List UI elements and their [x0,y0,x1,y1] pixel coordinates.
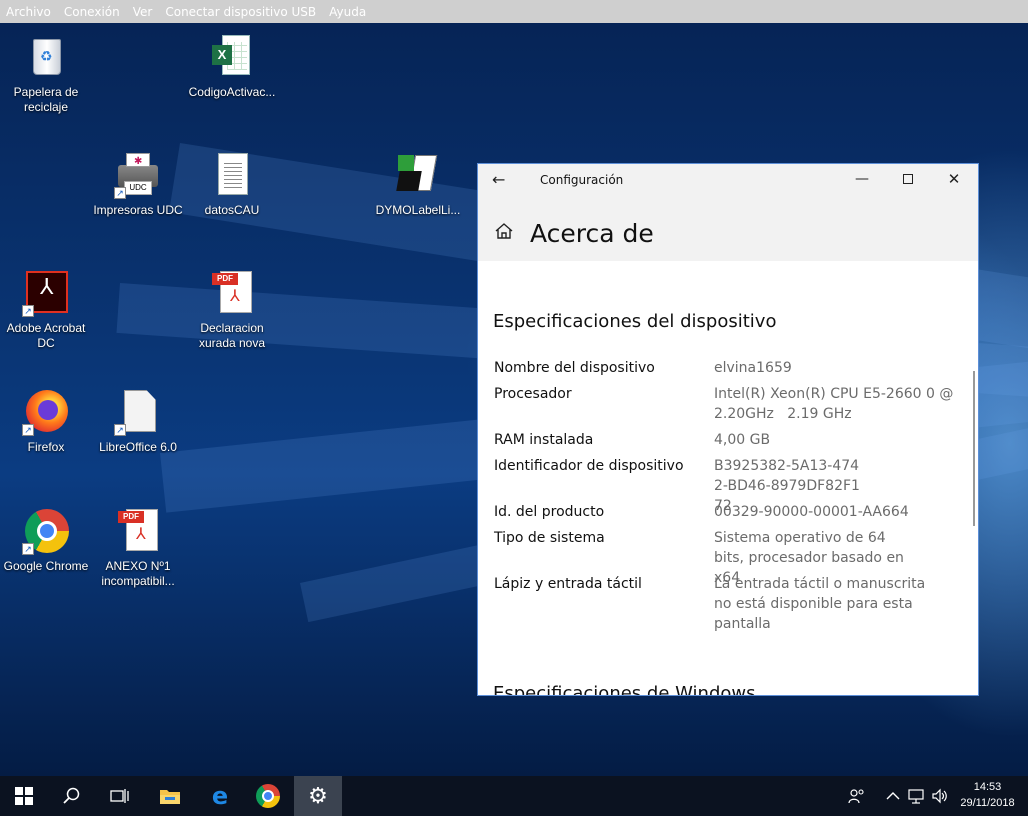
clock-time: 14:53 [973,781,1002,793]
shortcut-arrow-icon: ↗ [114,187,126,199]
spec-label: Procesador [494,386,572,402]
spec-label: Tipo de sistema [494,530,605,546]
recycle-bin-icon [33,39,61,75]
maximize-icon [903,174,913,184]
desktop-icon-datoscau[interactable]: datosCAU [186,151,278,218]
shortcut-arrow-icon: ↗ [22,543,34,555]
desktop-icon-dymo[interactable]: DYMOLabelLi... [372,151,464,218]
spec-label: RAM instalada [494,432,594,448]
volume-icon[interactable] [931,776,949,816]
back-arrow-icon[interactable]: ← [492,170,505,189]
scrollbar[interactable] [973,371,975,526]
libreoffice-icon [124,390,156,432]
maximize-button[interactable] [885,164,931,197]
menu-bar: Archivo Conexión Ver Conectar dispositiv… [0,0,1028,23]
task-view-icon [110,789,129,803]
file-explorer-button[interactable] [146,776,194,816]
settings-taskbar-button[interactable]: ⚙ [294,776,342,816]
minimize-button[interactable]: — [839,164,885,197]
page-header: Acerca de [478,197,978,261]
desktop-icon-label: LibreOffice 6.0 [99,440,177,454]
shortcut-arrow-icon: ↗ [22,424,34,436]
desktop-icon-codigoactivac[interactable]: X CodigoActivac... [186,33,278,100]
spec-value: 00329-90000-00001-AA664 [714,504,909,520]
spec-label: Identificador de dispositivo [494,458,684,474]
printer-badge: UDC [124,181,152,195]
desktop-icon-label: Firefox [27,440,65,454]
desktop-icon-declaracion[interactable]: PDF Declaracion xurada nova [186,269,278,351]
desktop-icon-label: Declaracion xurada nova [198,321,266,350]
task-view-button[interactable] [96,776,144,816]
spec-value: Intel(R) Xeon(R) CPU E5-2660 0 @ 2.20GHz… [714,386,958,422]
desktop-icon-firefox[interactable]: ↗ Firefox [0,388,92,455]
page-title: Acerca de [530,219,654,248]
taskbar: e ⚙ 14:53 29/11/2018 [0,776,1028,816]
desktop-icon-label: CodigoActivac... [188,85,276,99]
settings-content: Especificaciones del dispositivo Nombre … [478,261,978,696]
desktop-icon-google-chrome[interactable]: ↗ Google Chrome [0,507,92,574]
shortcut-arrow-icon: ↗ [22,305,34,317]
spec-label: Lápiz y entrada táctil [494,576,642,592]
section-title: Especificaciones del dispositivo [493,311,777,332]
settings-window: ← Configuración — ✕ Acerca de Especifica… [477,163,979,696]
desktop-icon-impresoras-udc[interactable]: UDC ↗ Impresoras UDC [92,151,184,218]
menu-conexion[interactable]: Conexión [64,5,120,19]
desktop-icon-anexo[interactable]: PDF ANEXO Nº1 incompatibil... [92,507,184,589]
pdf-badge: PDF [212,273,238,285]
menu-ver[interactable]: Ver [133,5,153,19]
desktop-icon-label: ANEXO Nº1 incompatibil... [101,559,175,588]
close-button[interactable]: ✕ [931,164,977,197]
spec-value: 4,00 GB [714,432,771,448]
start-button[interactable] [0,776,48,816]
menu-ayuda[interactable]: Ayuda [329,5,366,19]
home-icon[interactable] [494,222,514,240]
network-icon[interactable] [908,776,926,816]
spec-value: La entrada táctil o manuscrita no está d… [714,576,926,632]
desktop-icon-adobe-acrobat[interactable]: ↗ Adobe Acrobat DC [0,269,92,351]
text-file-icon [218,153,248,195]
dymo-icon [394,151,442,199]
search-button[interactable] [48,776,96,816]
desktop-icon-label: DYMOLabelLi... [375,203,461,217]
settings-icon: ⚙ [308,783,328,809]
window-title: Configuración [540,173,624,187]
pdf-badge: PDF [118,511,144,523]
menu-archivo[interactable]: Archivo [6,5,51,19]
search-icon [63,787,80,804]
edge-button[interactable]: e [196,776,244,816]
spec-value: elvina1659 [714,360,792,376]
desktop-icon-label: Google Chrome [3,559,89,573]
chevron-up-icon[interactable] [886,776,900,816]
start-icon [15,787,33,805]
edge-icon: e [211,782,229,810]
file-explorer-icon [160,790,180,804]
chrome-icon [256,784,280,808]
clock[interactable]: 14:53 29/11/2018 [950,779,1025,811]
desktop-icon-label: Impresoras UDC [93,203,183,217]
desktop-icon-label: Papelera de reciclaje [13,85,79,114]
desktop-icon-libreoffice[interactable]: ↗ LibreOffice 6.0 [92,388,184,455]
chrome-taskbar-button[interactable] [244,776,292,816]
shortcut-arrow-icon: ↗ [114,424,126,436]
desktop-icon-recycle-bin[interactable]: Papelera de reciclaje [0,33,92,115]
desktop-icon-label: datosCAU [204,203,260,217]
section-title-windows: Especificaciones de Windows [493,683,756,696]
window-titlebar[interactable]: ← Configuración — ✕ [478,164,978,197]
people-icon[interactable] [848,776,866,816]
spec-label: Nombre del dispositivo [494,360,655,376]
clock-date: 29/11/2018 [960,797,1015,809]
desktop-icon-label: Adobe Acrobat DC [6,321,86,350]
spec-label: Id. del producto [494,504,605,520]
menu-conectar-usb[interactable]: Conectar dispositivo USB [165,5,316,19]
